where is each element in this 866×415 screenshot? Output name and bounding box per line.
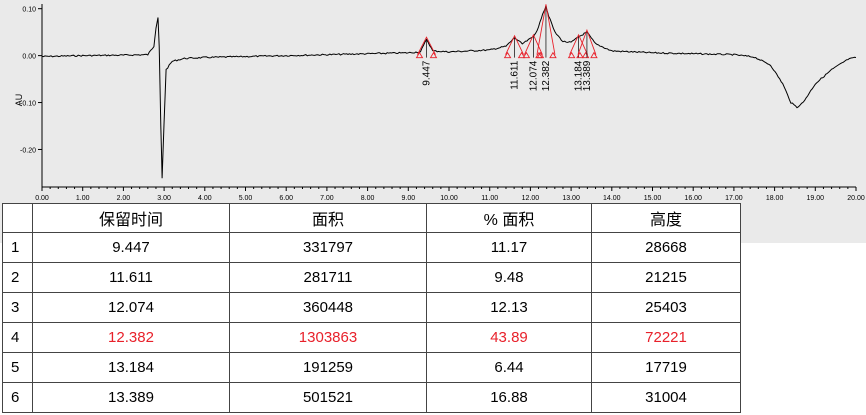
y-tick-label: -0.10 <box>20 101 36 108</box>
cell-area: 191259 <box>229 352 427 383</box>
x-tick-label: 0.00 <box>35 195 49 202</box>
cell-area: 281711 <box>229 262 427 293</box>
row-index: 5 <box>2 352 33 383</box>
results-table: 保留时间 面积 % 面积 高度 1 9.447 331797 11.17 286… <box>2 203 741 413</box>
header-percent-area: % 面积 <box>426 203 592 233</box>
peak-start-marker <box>576 51 584 59</box>
x-tick-label: 8.00 <box>361 195 375 202</box>
y-tick-label: -0.20 <box>20 147 36 154</box>
row-index: 4 <box>2 322 33 353</box>
x-tick-label: 9.00 <box>401 195 415 202</box>
peak-end-marker <box>590 51 598 59</box>
cell-retention-time: 11.611 <box>32 262 230 293</box>
x-tick-label: 1.00 <box>76 195 90 202</box>
x-tick-label: 14.00 <box>603 195 621 202</box>
cell-percent-area: 16.88 <box>426 382 592 413</box>
peak-label: 11.611 <box>510 60 521 90</box>
cell-retention-time: 12.074 <box>32 292 230 323</box>
header-area: 面积 <box>229 203 427 233</box>
peak-label: 12.382 <box>541 60 552 91</box>
table-row: 6 13.389 501521 16.88 31004 <box>2 382 741 413</box>
peak-start-marker <box>415 51 424 59</box>
table-row-highlighted: 4 12.382 1303863 43.89 72221 <box>2 322 741 353</box>
x-tick-label: 4.00 <box>198 195 212 202</box>
peak-start-marker <box>503 51 512 59</box>
cell-percent-area: 6.44 <box>426 352 592 383</box>
cell-area: 1303863 <box>229 322 427 353</box>
header-retention-time: 保留时间 <box>32 203 230 233</box>
table-row: 3 12.074 360448 12.13 25403 <box>2 292 741 323</box>
y-tick-label: 0.10 <box>22 7 36 14</box>
cell-percent-area: 12.13 <box>426 292 592 323</box>
y-tick-label: 0.00 <box>22 54 36 61</box>
x-tick-label: 5.00 <box>239 195 253 202</box>
row-index: 3 <box>2 292 33 323</box>
peak-end-marker <box>429 51 438 59</box>
peak-markers <box>415 4 598 59</box>
cell-percent-area: 11.17 <box>426 232 592 263</box>
x-tick-label: 13.00 <box>562 195 580 202</box>
x-tick-label: 18.00 <box>766 195 784 202</box>
cell-retention-time: 13.184 <box>32 352 230 383</box>
cell-height: 72221 <box>591 322 741 353</box>
peak-label: 12.074 <box>528 60 539 91</box>
cell-percent-area: 9.48 <box>426 262 592 293</box>
cell-area: 331797 <box>229 232 427 263</box>
row-index: 6 <box>2 382 33 413</box>
x-tick-label: 11.00 <box>481 195 498 202</box>
cell-retention-time: 9.447 <box>32 232 230 263</box>
x-tick-label: 7.00 <box>320 195 334 202</box>
peak-start-marker <box>522 51 531 59</box>
cell-retention-time: 13.389 <box>32 382 230 413</box>
table-row: 1 9.447 331797 11.17 28668 <box>2 232 741 263</box>
cell-height: 21215 <box>591 262 741 293</box>
header-index <box>2 203 33 233</box>
cell-height: 17719 <box>591 352 741 383</box>
peak-end-marker <box>581 51 590 59</box>
row-index: 2 <box>2 262 33 293</box>
cell-height: 25403 <box>591 292 741 323</box>
cell-percent-area: 43.89 <box>426 322 592 353</box>
cell-area: 501521 <box>229 382 427 413</box>
x-tick-label: 20.00 <box>847 195 865 202</box>
x-tick-label: 12.00 <box>522 195 540 202</box>
x-tick-label: 19.00 <box>807 195 825 202</box>
x-tick-label: 16.00 <box>684 195 702 202</box>
x-tick-label: 6.00 <box>279 195 293 202</box>
peak-label: 13.389 <box>582 60 593 91</box>
table-row: 5 13.184 191259 6.44 17719 <box>2 352 741 383</box>
cell-height: 28668 <box>591 232 741 263</box>
x-tick-label: 3.00 <box>157 195 171 202</box>
cell-height: 31004 <box>591 382 741 413</box>
cell-area: 360448 <box>229 292 427 323</box>
peak-start-marker <box>567 51 576 59</box>
y-ticks: 0.10 0.00 -0.10 -0.20 <box>20 7 42 154</box>
x-ticks: 0.00 1.00 2.00 3.00 4.00 5.00 6.00 7.00 8.00 9.00… <box>35 187 865 202</box>
x-tick-label: 2.00 <box>117 195 131 202</box>
table-row: 2 11.611 281711 9.48 21215 <box>2 262 741 293</box>
peak-label: 9.447 <box>421 60 432 85</box>
table-header-row: 保留时间 面积 % 面积 高度 <box>2 203 741 233</box>
signal-trace <box>41 5 857 179</box>
header-height: 高度 <box>591 203 741 233</box>
row-index: 1 <box>2 232 33 263</box>
peak-labels: 9.447 11.611 12.074 12.382 13.18413.389 <box>421 60 592 91</box>
x-tick-label: 17.00 <box>725 195 743 202</box>
x-tick-label: 10.00 <box>440 195 458 202</box>
x-tick-label: 15.00 <box>644 195 662 202</box>
cell-retention-time: 12.382 <box>32 322 230 353</box>
